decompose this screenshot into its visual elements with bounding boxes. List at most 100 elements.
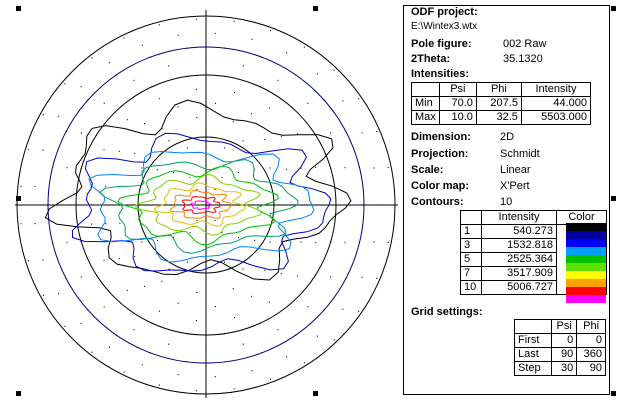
colormap-swatch: [566, 263, 606, 272]
grid-dot: [205, 278, 207, 280]
grid-settings-table: Psi Phi First 0 0 Last 90 360 Step 30 90: [514, 319, 606, 376]
grid-dot: [189, 232, 191, 234]
grid-dot: [195, 320, 197, 322]
grid-dot: [221, 176, 223, 178]
table-header-psi: Psi: [550, 319, 578, 334]
grid-dot: [168, 140, 170, 142]
grid-dot: [96, 134, 98, 136]
table-row: Step 30 90: [514, 361, 606, 376]
grid-dot: [123, 371, 125, 373]
grid-dot: [361, 132, 363, 134]
grid-dot: [58, 293, 60, 295]
grid-dot: [279, 204, 281, 206]
table-cell: [460, 210, 482, 225]
grid-dot: [134, 152, 136, 154]
grid-dot: [80, 241, 82, 243]
grid-dot: [196, 116, 198, 119]
grid-dot: [295, 74, 297, 76]
grid-dot: [91, 351, 93, 353]
table-cell: 10.0: [438, 110, 477, 125]
grid-dot: [196, 18, 198, 20]
grid-dot: [103, 102, 105, 104]
grid-dot: [373, 241, 375, 243]
table-cell: 5503.000: [520, 110, 592, 125]
grid-dot: [242, 65, 244, 67]
grid-dot: [103, 259, 105, 261]
grid-dot: [80, 322, 82, 324]
grid-dot: [330, 132, 332, 134]
grid-dot: [307, 306, 309, 308]
table-cell: Last: [514, 347, 552, 362]
grid-dot: [47, 204, 49, 206]
grid-dot: [342, 308, 344, 310]
grid-dot: [344, 167, 346, 169]
grid-dot: [196, 188, 198, 190]
table-cell: 90: [550, 347, 578, 362]
color-map-value: X'Pert: [500, 180, 530, 192]
grid-dot: [315, 242, 317, 244]
table-cell: 207.5: [475, 96, 522, 111]
grid-dot: [307, 204, 309, 206]
grid-dot: [223, 333, 226, 335]
grid-dot: [196, 291, 198, 294]
grid-dot: [377, 204, 379, 206]
grid-dot: [105, 185, 107, 187]
table-cell: Min: [411, 96, 440, 111]
table-cell: 360: [576, 347, 606, 362]
table-cell: 0: [576, 333, 606, 348]
grid-dot: [286, 52, 288, 54]
grid-dot: [387, 167, 389, 169]
grid-dot: [251, 204, 253, 206]
grid-dot: [205, 60, 207, 62]
grid-dot: [358, 242, 360, 244]
grid-dot: [237, 236, 240, 239]
grid-dot: [141, 364, 143, 366]
grid-dot: [115, 74, 117, 76]
table-cell: Step: [514, 361, 552, 376]
resize-handle-br[interactable]: [611, 391, 616, 396]
grid-dot: [268, 301, 270, 303]
resize-handle-tm[interactable]: [313, 6, 318, 11]
projection-label: Projection:: [411, 148, 469, 160]
resize-handle-tl[interactable]: [16, 6, 21, 11]
resize-handle-ml[interactable]: [16, 196, 21, 201]
grid-dot: [373, 167, 375, 169]
grid-dot: [242, 268, 244, 270]
grid-dot: [123, 37, 125, 39]
table-cell: 0: [550, 333, 578, 348]
projection-value: Schmidt: [500, 148, 540, 160]
grid-dot: [177, 106, 179, 108]
table-cell: 1532.818: [481, 238, 557, 253]
grid-dot: [187, 204, 189, 206]
grid-dot: [253, 239, 256, 241]
grid-dot: [290, 302, 292, 304]
grid-dot: [158, 384, 160, 386]
intensities-title: Intensities:: [411, 68, 470, 80]
grid-dot: [80, 132, 82, 134]
grid-dot: [345, 277, 347, 279]
grid-dot: [91, 57, 93, 59]
resize-handle-bm[interactable]: [313, 391, 318, 396]
grid-dot: [342, 100, 344, 102]
grid-dot: [126, 289, 128, 291]
grid-dot: [296, 275, 299, 277]
grid-dot: [186, 47, 188, 49]
grid-dot: [34, 223, 36, 225]
grid-dot: [186, 75, 189, 77]
grid-dot: [189, 176, 191, 178]
grid-dot: [232, 120, 234, 122]
grid-dot: [214, 376, 216, 378]
grid-dot: [214, 32, 216, 34]
resize-handle-bl[interactable]: [16, 391, 21, 396]
grid-dot: [58, 115, 60, 117]
grid-dot: [172, 171, 175, 174]
grid-dot: [27, 148, 30, 150]
grid-dot: [168, 65, 170, 67]
grid-dot: [269, 241, 271, 243]
grid-dot: [251, 370, 253, 372]
table-cell: 90: [576, 361, 606, 376]
resize-handle-mr[interactable]: [611, 196, 616, 201]
dimension-value: 2D: [500, 131, 515, 143]
table-row: Min 70.0 207.5 44.000: [411, 96, 592, 111]
resize-handle-tr[interactable]: [611, 6, 616, 11]
